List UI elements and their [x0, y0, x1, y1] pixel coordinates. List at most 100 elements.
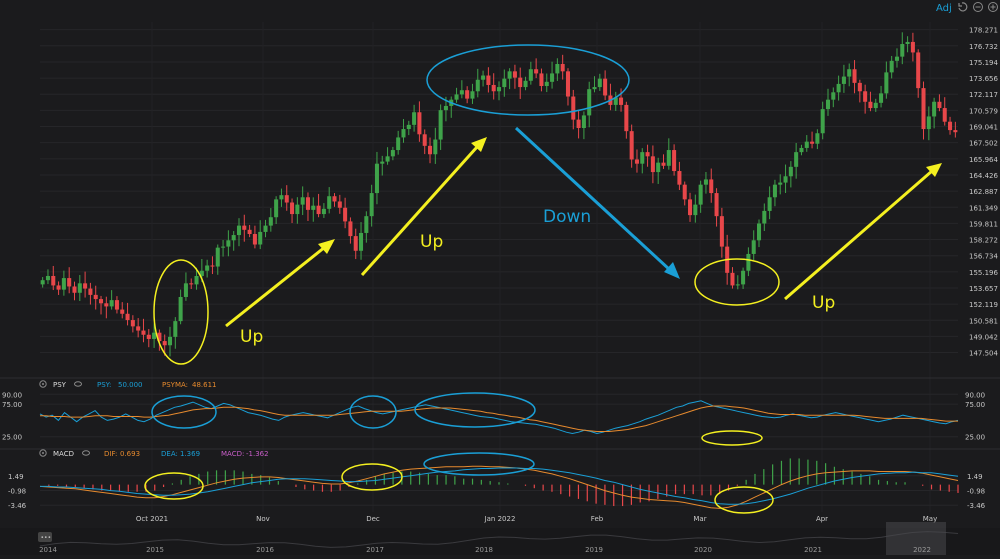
candle-body: [518, 77, 523, 88]
candle-body: [772, 184, 777, 198]
psy-tick-label: 90.00: [965, 391, 985, 399]
candle-body: [634, 159, 639, 164]
navigator-year-label: 2017: [366, 546, 384, 554]
candle-body: [242, 225, 247, 230]
candle-body: [645, 152, 650, 157]
candle-body: [189, 283, 194, 285]
candle-body: [481, 75, 486, 80]
time-tick-label: Jan 2022: [484, 515, 516, 523]
candle-body: [565, 71, 570, 97]
candle-body: [714, 193, 719, 217]
candle-body: [353, 236, 358, 251]
price-tick-label: 152.119: [969, 301, 998, 309]
candle-body: [698, 184, 703, 205]
candle-body: [857, 82, 862, 92]
candle-body: [900, 44, 905, 57]
candle-body: [130, 320, 135, 327]
candle-body: [167, 336, 173, 346]
price-tick-label: 156.734: [969, 253, 998, 261]
candle-body: [443, 105, 448, 111]
candle-body: [114, 300, 119, 310]
navigator-year-label: 2018: [475, 546, 493, 554]
price-axis: 178.271 176.732 175.194 173.656 172.117 170.5…: [969, 27, 998, 358]
candle-body: [327, 196, 332, 209]
adj-toggle[interactable]: Adj: [936, 3, 952, 14]
candle-body: [422, 134, 427, 146]
candle-body: [624, 104, 629, 132]
psy-label: PSY:: [97, 381, 111, 389]
candle-body: [937, 101, 942, 109]
candle-body: [836, 83, 841, 93]
candle-body: [640, 152, 645, 164]
time-tick-label: Apr: [816, 515, 828, 523]
candle-body: [841, 76, 846, 84]
up-label: Up: [420, 232, 443, 252]
price-tick-label: 164.426: [969, 172, 998, 180]
candle-body: [682, 184, 687, 200]
candle-body: [889, 60, 894, 73]
macd-tick-label: -3.46: [8, 502, 27, 510]
candle-body: [279, 195, 284, 200]
candle-body: [226, 240, 231, 247]
candle-body: [502, 78, 507, 88]
candle-body: [141, 330, 146, 335]
navigator-year-label: 2015: [146, 546, 164, 554]
candle-body: [677, 171, 682, 185]
candle-body: [735, 284, 740, 286]
dea-value: 1.369: [180, 450, 200, 458]
candle-body: [183, 283, 188, 297]
candle-body: [905, 41, 910, 45]
candle-body: [879, 93, 884, 103]
chart-canvas[interactable]: Adj 178.271176.732175.194173.656172.1171…: [0, 0, 1000, 555]
candle-body: [348, 221, 353, 237]
candle-body: [650, 156, 655, 173]
candle-body: [688, 199, 693, 216]
macd-tick-label: -0.98: [8, 487, 26, 495]
candle-body: [77, 283, 82, 293]
candle-body: [507, 71, 512, 79]
candle-body: [534, 69, 539, 74]
candle-body: [305, 197, 310, 210]
price-tick-label: 150.581: [969, 317, 998, 325]
candle-body: [794, 152, 799, 167]
stock-chart-app: Adj 178.271 176.732 175.194 173.656 172.117 1…: [0, 0, 1000, 555]
candle-body: [236, 225, 242, 236]
candle-body: [252, 234, 257, 245]
candle-body: [619, 97, 624, 105]
candle-body: [51, 275, 56, 286]
candle-body: [571, 96, 576, 120]
candle-body: [109, 300, 114, 307]
candle-body: [385, 156, 390, 162]
candle-body: [210, 265, 215, 267]
price-tick-label: 162.887: [969, 188, 998, 196]
candle-body: [290, 202, 295, 215]
candle-body: [576, 119, 581, 129]
candle-body: [459, 90, 464, 95]
candle-body: [364, 216, 369, 233]
psy-value: 50.000: [118, 381, 143, 389]
candle-body: [852, 69, 857, 83]
candle-body: [178, 296, 183, 322]
candle-body: [555, 63, 560, 74]
candle-body: [40, 280, 45, 285]
navigator-year-label: 2016: [256, 546, 274, 554]
candle-body: [926, 116, 931, 130]
time-tick-label: Dec: [366, 515, 380, 523]
candle-body: [672, 150, 677, 172]
candle-body: [512, 71, 517, 78]
candle-body: [815, 133, 820, 144]
candle-body: [146, 334, 151, 339]
candle-body: [263, 225, 268, 232]
candle-body: [932, 101, 937, 117]
candle-body: [231, 235, 236, 241]
candle-body: [93, 294, 98, 300]
candle-body: [709, 179, 714, 194]
time-tick-label: Mar: [693, 515, 706, 523]
macd-title: MACD: [53, 450, 74, 458]
candle-body: [475, 79, 480, 92]
candle-body: [528, 69, 533, 81]
candle-body: [72, 286, 77, 293]
price-tick-label: 173.656: [969, 75, 998, 83]
candle-body: [56, 285, 61, 290]
candle-body: [942, 108, 947, 122]
